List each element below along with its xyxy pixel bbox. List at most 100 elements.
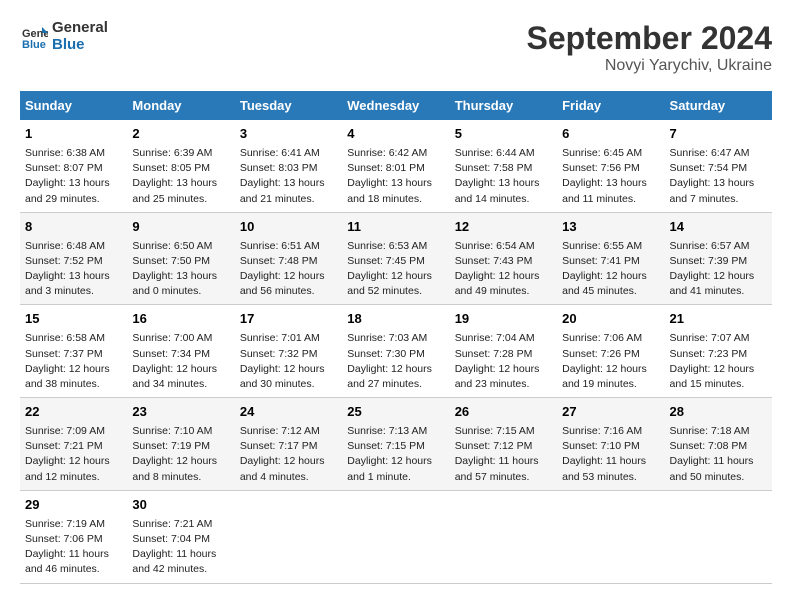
day-info: Sunrise: 7:12 AM Sunset: 7:17 PM Dayligh… — [240, 424, 337, 485]
day-info: Sunrise: 6:44 AM Sunset: 7:58 PM Dayligh… — [455, 146, 552, 207]
svg-text:Blue: Blue — [22, 39, 46, 51]
day-info: Sunrise: 7:06 AM Sunset: 7:26 PM Dayligh… — [562, 331, 659, 392]
days-header-row: SundayMondayTuesdayWednesdayThursdayFrid… — [20, 91, 772, 120]
day-info: Sunrise: 7:21 AM Sunset: 7:04 PM Dayligh… — [132, 517, 229, 578]
location: Novyi Yarychiv, Ukraine — [527, 57, 772, 75]
calendar-cell: 3 Sunrise: 6:41 AM Sunset: 8:03 PM Daylig… — [235, 120, 342, 212]
calendar-cell: 25 Sunrise: 7:13 AM Sunset: 7:15 PM Dayli… — [342, 398, 449, 491]
calendar-cell: 8 Sunrise: 6:48 AM Sunset: 7:52 PM Daylig… — [20, 212, 127, 305]
day-of-week-header: Wednesday — [342, 91, 449, 120]
calendar-cell — [665, 490, 772, 583]
calendar-cell: 10Sunrise: 6:51 AM Sunset: 7:48 PM Dayli… — [235, 212, 342, 305]
day-number: 27 — [562, 403, 659, 422]
day-info: Sunrise: 7:00 AM Sunset: 7:34 PM Dayligh… — [132, 331, 229, 392]
day-number: 21 — [670, 310, 767, 329]
day-info: Sunrise: 6:42 AM Sunset: 8:01 PM Dayligh… — [347, 146, 444, 207]
calendar-cell: 30Sunrise: 7:21 AM Sunset: 7:04 PM Dayli… — [127, 490, 234, 583]
day-number: 26 — [455, 403, 552, 422]
calendar-cell: 22Sunrise: 7:09 AM Sunset: 7:21 PM Dayli… — [20, 398, 127, 491]
calendar-cell — [342, 490, 449, 583]
day-number: 17 — [240, 310, 337, 329]
day-info: Sunrise: 6:58 AM Sunset: 7:37 PM Dayligh… — [25, 331, 122, 392]
day-number: 24 — [240, 403, 337, 422]
day-number: 25 — [347, 403, 444, 422]
calendar-cell: 24 Sunrise: 7:12 AM Sunset: 7:17 PM Dayli… — [235, 398, 342, 491]
calendar-week-row: 1 Sunrise: 6:38 AM Sunset: 8:07 PM Daylig… — [20, 120, 772, 212]
day-info: Sunrise: 7:13 AM Sunset: 7:15 PM Dayligh… — [347, 424, 444, 485]
day-info: Sunrise: 7:19 AM Sunset: 7:06 PM Dayligh… — [25, 517, 122, 578]
day-number: 10 — [240, 218, 337, 237]
calendar-cell: 12 Sunrise: 6:54 AM Sunset: 7:43 PM Dayli… — [450, 212, 557, 305]
day-of-week-header: Tuesday — [235, 91, 342, 120]
day-number: 19 — [455, 310, 552, 329]
calendar-table: SundayMondayTuesdayWednesdayThursdayFrid… — [20, 91, 772, 584]
calendar-cell: 4 Sunrise: 6:42 AM Sunset: 8:01 PM Daylig… — [342, 120, 449, 212]
day-number: 1 — [25, 125, 122, 144]
day-number: 15 — [25, 310, 122, 329]
day-number: 8 — [25, 218, 122, 237]
day-of-week-header: Friday — [557, 91, 664, 120]
day-number: 7 — [670, 125, 767, 144]
day-number: 20 — [562, 310, 659, 329]
day-info: Sunrise: 6:41 AM Sunset: 8:03 PM Dayligh… — [240, 146, 337, 207]
calendar-cell: 1 Sunrise: 6:38 AM Sunset: 8:07 PM Daylig… — [20, 120, 127, 212]
day-info: Sunrise: 7:18 AM Sunset: 7:08 PM Dayligh… — [670, 424, 767, 485]
calendar-cell: 21 Sunrise: 7:07 AM Sunset: 7:23 PM Dayli… — [665, 305, 772, 398]
logo-text-blue: Blue — [52, 37, 108, 54]
day-info: Sunrise: 7:15 AM Sunset: 7:12 PM Dayligh… — [455, 424, 552, 485]
calendar-cell: 23 Sunrise: 7:10 AM Sunset: 7:19 PM Dayli… — [127, 398, 234, 491]
day-info: Sunrise: 7:01 AM Sunset: 7:32 PM Dayligh… — [240, 331, 337, 392]
calendar-cell: 19 Sunrise: 7:04 AM Sunset: 7:28 PM Dayli… — [450, 305, 557, 398]
day-number: 23 — [132, 403, 229, 422]
calendar-cell: 6 Sunrise: 6:45 AM Sunset: 7:56 PM Daylig… — [557, 120, 664, 212]
calendar-week-row: 22Sunrise: 7:09 AM Sunset: 7:21 PM Dayli… — [20, 398, 772, 491]
day-number: 14 — [670, 218, 767, 237]
calendar-week-row: 29 Sunrise: 7:19 AM Sunset: 7:06 PM Dayli… — [20, 490, 772, 583]
calendar-cell: 5 Sunrise: 6:44 AM Sunset: 7:58 PM Daylig… — [450, 120, 557, 212]
calendar-cell: 9 Sunrise: 6:50 AM Sunset: 7:50 PM Daylig… — [127, 212, 234, 305]
calendar-cell: 11 Sunrise: 6:53 AM Sunset: 7:45 PM Dayli… — [342, 212, 449, 305]
day-info: Sunrise: 6:45 AM Sunset: 7:56 PM Dayligh… — [562, 146, 659, 207]
day-number: 16 — [132, 310, 229, 329]
day-number: 9 — [132, 218, 229, 237]
day-number: 18 — [347, 310, 444, 329]
logo-text-general: General — [52, 20, 108, 37]
day-number: 29 — [25, 496, 122, 515]
day-number: 11 — [347, 218, 444, 237]
day-info: Sunrise: 6:53 AM Sunset: 7:45 PM Dayligh… — [347, 239, 444, 300]
calendar-cell: 16 Sunrise: 7:00 AM Sunset: 7:34 PM Dayli… — [127, 305, 234, 398]
day-info: Sunrise: 6:55 AM Sunset: 7:41 PM Dayligh… — [562, 239, 659, 300]
day-of-week-header: Sunday — [20, 91, 127, 120]
day-number: 5 — [455, 125, 552, 144]
day-info: Sunrise: 7:04 AM Sunset: 7:28 PM Dayligh… — [455, 331, 552, 392]
day-info: Sunrise: 6:54 AM Sunset: 7:43 PM Dayligh… — [455, 239, 552, 300]
day-number: 3 — [240, 125, 337, 144]
day-info: Sunrise: 6:38 AM Sunset: 8:07 PM Dayligh… — [25, 146, 122, 207]
calendar-cell: 17 Sunrise: 7:01 AM Sunset: 7:32 PM Dayli… — [235, 305, 342, 398]
day-info: Sunrise: 7:03 AM Sunset: 7:30 PM Dayligh… — [347, 331, 444, 392]
day-number: 2 — [132, 125, 229, 144]
calendar-cell: 28 Sunrise: 7:18 AM Sunset: 7:08 PM Dayli… — [665, 398, 772, 491]
day-info: Sunrise: 6:50 AM Sunset: 7:50 PM Dayligh… — [132, 239, 229, 300]
day-info: Sunrise: 7:16 AM Sunset: 7:10 PM Dayligh… — [562, 424, 659, 485]
day-info: Sunrise: 7:10 AM Sunset: 7:19 PM Dayligh… — [132, 424, 229, 485]
calendar-week-row: 15 Sunrise: 6:58 AM Sunset: 7:37 PM Dayli… — [20, 305, 772, 398]
day-info: Sunrise: 6:48 AM Sunset: 7:52 PM Dayligh… — [25, 239, 122, 300]
day-info: Sunrise: 6:47 AM Sunset: 7:54 PM Dayligh… — [670, 146, 767, 207]
day-of-week-header: Monday — [127, 91, 234, 120]
calendar-cell: 20 Sunrise: 7:06 AM Sunset: 7:26 PM Dayli… — [557, 305, 664, 398]
calendar-cell: 18 Sunrise: 7:03 AM Sunset: 7:30 PM Dayli… — [342, 305, 449, 398]
day-info: Sunrise: 6:57 AM Sunset: 7:39 PM Dayligh… — [670, 239, 767, 300]
month-title: September 2024 — [527, 20, 772, 57]
page-header: General Blue General Blue September 2024… — [20, 20, 772, 75]
calendar-cell — [235, 490, 342, 583]
day-number: 6 — [562, 125, 659, 144]
calendar-cell: 15 Sunrise: 6:58 AM Sunset: 7:37 PM Dayli… — [20, 305, 127, 398]
day-number: 28 — [670, 403, 767, 422]
day-info: Sunrise: 7:07 AM Sunset: 7:23 PM Dayligh… — [670, 331, 767, 392]
calendar-cell — [450, 490, 557, 583]
day-number: 12 — [455, 218, 552, 237]
logo: General Blue General Blue — [20, 20, 108, 53]
title-block: September 2024 Novyi Yarychiv, Ukraine — [527, 20, 772, 75]
day-number: 4 — [347, 125, 444, 144]
